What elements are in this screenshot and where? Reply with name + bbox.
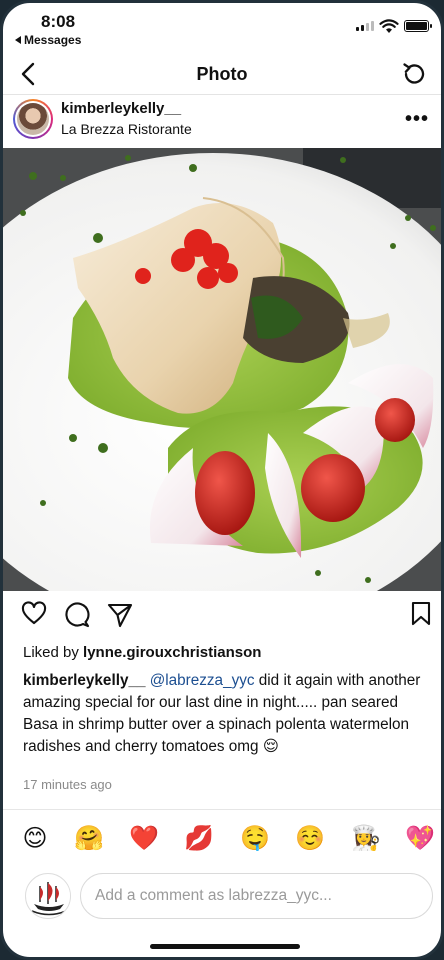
ship-logo-icon bbox=[27, 875, 70, 918]
comment-icon[interactable] bbox=[63, 601, 91, 629]
comment-input[interactable] bbox=[80, 873, 433, 919]
post-actions bbox=[3, 601, 441, 635]
heart-icon[interactable] bbox=[21, 601, 47, 627]
home-indicator bbox=[150, 944, 300, 949]
phone-screen: 8:08 Messages Photo kimberleykelly__ La … bbox=[0, 0, 444, 960]
post-header: kimberleykelly__ La Brezza Ristorante ••… bbox=[3, 96, 441, 146]
share-icon[interactable] bbox=[106, 601, 134, 629]
cellular-signal-icon bbox=[356, 21, 374, 31]
post-location[interactable]: La Brezza Ristorante bbox=[61, 121, 192, 137]
likes-line: Liked by lynne.girouxchristianson bbox=[23, 644, 261, 661]
reaction-sparkle-heart-icon[interactable]: 💖 bbox=[402, 821, 438, 857]
post-photo[interactable] bbox=[3, 148, 441, 591]
wifi-icon bbox=[379, 19, 399, 33]
post-caption: kimberleykelly__ @labrezza_yyc did it ag… bbox=[23, 670, 433, 758]
post-time-ago: 17 minutes ago bbox=[23, 777, 112, 792]
more-icon[interactable]: ••• bbox=[405, 108, 429, 131]
back-to-messages-link[interactable]: Messages bbox=[15, 33, 81, 47]
status-bar: 8:08 Messages bbox=[3, 3, 441, 49]
back-triangle-icon bbox=[15, 36, 21, 44]
comment-row bbox=[3, 869, 441, 925]
likes-prefix: Liked by bbox=[23, 644, 84, 661]
reaction-smile-icon[interactable]: 😊 bbox=[17, 821, 53, 857]
reaction-heart-icon[interactable]: ❤️ bbox=[126, 821, 162, 857]
caption-mention[interactable]: @labrezza_yyc bbox=[150, 672, 255, 689]
current-user-avatar bbox=[25, 873, 71, 919]
post-username[interactable]: kimberleykelly__ bbox=[61, 100, 181, 117]
reaction-kiss-icon[interactable]: 💋 bbox=[181, 821, 217, 857]
reaction-blush-icon[interactable]: ☺️ bbox=[292, 821, 328, 857]
battery-icon bbox=[404, 20, 432, 32]
bookmark-icon[interactable] bbox=[410, 601, 432, 627]
back-app-label: Messages bbox=[24, 33, 82, 47]
avatar[interactable] bbox=[13, 99, 53, 139]
page-title: Photo bbox=[196, 64, 248, 84]
reaction-chef-icon[interactable]: 👩‍🍳 bbox=[348, 821, 384, 857]
divider bbox=[3, 809, 441, 810]
reaction-hug-icon[interactable]: 🤗 bbox=[71, 821, 107, 857]
reaction-drool-icon[interactable]: 🤤 bbox=[237, 821, 273, 857]
refresh-icon[interactable] bbox=[401, 61, 427, 87]
quick-reactions: 😊 🤗 ❤️ 💋 🤤 ☺️ 👩‍🍳 💖 bbox=[3, 821, 441, 857]
likes-user[interactable]: lynne.girouxchristianson bbox=[83, 644, 261, 661]
caption-username[interactable]: kimberleykelly__ bbox=[23, 672, 145, 689]
nav-bar: Photo bbox=[3, 53, 441, 95]
food-photo-illustration bbox=[3, 148, 441, 591]
status-time: 8:08 bbox=[41, 12, 76, 31]
